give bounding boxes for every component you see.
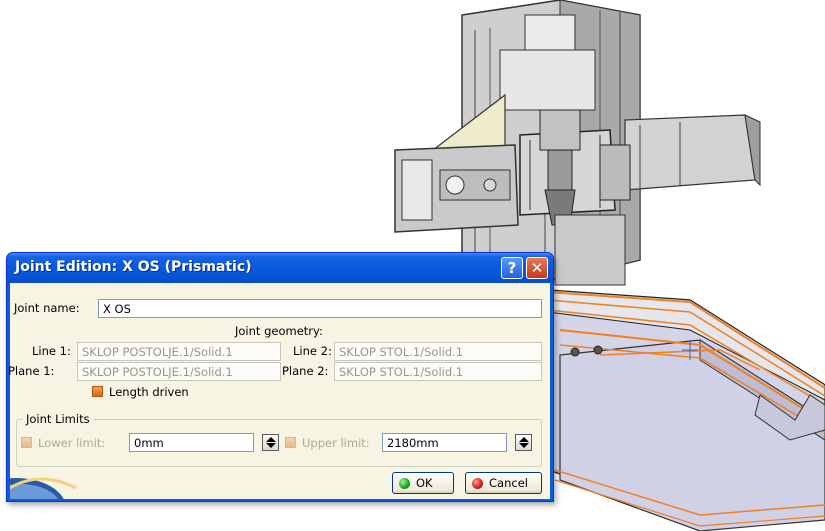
dialog-title-bar[interactable]: Joint Edition: X OS (Prismatic) ? ✕ bbox=[7, 253, 553, 283]
line1-field: SKLOP POSTOLJE.1/Solid.1 bbox=[77, 342, 281, 361]
help-icon: ? bbox=[507, 259, 517, 277]
upper-limit-label: Upper limit: bbox=[302, 436, 370, 450]
green-dot-icon bbox=[399, 477, 410, 489]
upper-limit-checkbox[interactable] bbox=[285, 437, 296, 448]
joint-edition-dialog: Joint Edition: X OS (Prismatic) ? ✕ Join… bbox=[6, 252, 554, 502]
lower-limit-checkbox[interactable] bbox=[21, 437, 32, 448]
red-dot-icon bbox=[472, 477, 483, 489]
plane1-field: SKLOP POSTOLJE.1/Solid.1 bbox=[77, 362, 281, 381]
dialog-title: Joint Edition: X OS (Prismatic) bbox=[15, 259, 252, 275]
upper-limit-input[interactable]: 2180mm bbox=[382, 433, 507, 452]
joint-name-input[interactable]: X OS bbox=[98, 299, 542, 318]
cancel-button[interactable]: Cancel bbox=[465, 472, 542, 494]
plane1-label: Plane 1: bbox=[8, 364, 55, 378]
ok-button[interactable]: OK bbox=[392, 472, 454, 494]
length-driven-label: Length driven bbox=[109, 385, 189, 399]
joint-limits-group: Joint Limits Lower limit: 0mm Upper limi… bbox=[16, 412, 542, 467]
cancel-button-label: Cancel bbox=[489, 476, 528, 490]
catia-globe-icon bbox=[10, 477, 77, 499]
line2-field: SKLOP STOL.1/Solid.1 bbox=[334, 342, 542, 361]
joint-geometry-heading: Joint geometry: bbox=[235, 324, 323, 338]
ok-button-label: OK bbox=[416, 476, 433, 490]
close-icon: ✕ bbox=[530, 259, 544, 277]
joint-limits-legend: Joint Limits bbox=[23, 412, 93, 426]
line1-label: Line 1: bbox=[32, 344, 71, 358]
help-button[interactable]: ? bbox=[501, 257, 523, 279]
dialog-body: Joint name: X OS Joint geometry: Line 1:… bbox=[8, 283, 550, 499]
joint-name-label: Joint name: bbox=[14, 301, 80, 315]
upper-limit-spin-icon[interactable] bbox=[515, 434, 532, 451]
length-driven-checkbox[interactable] bbox=[92, 386, 103, 397]
lower-limit-label: Lower limit: bbox=[38, 436, 106, 450]
lower-limit-input[interactable]: 0mm bbox=[129, 433, 254, 452]
lower-limit-spin-icon[interactable] bbox=[262, 434, 279, 451]
plane2-field: SKLOP STOL.1/Solid.1 bbox=[334, 362, 542, 381]
plane2-label: Plane 2: bbox=[282, 364, 329, 378]
line2-label: Line 2: bbox=[293, 344, 332, 358]
close-button[interactable]: ✕ bbox=[526, 257, 548, 279]
